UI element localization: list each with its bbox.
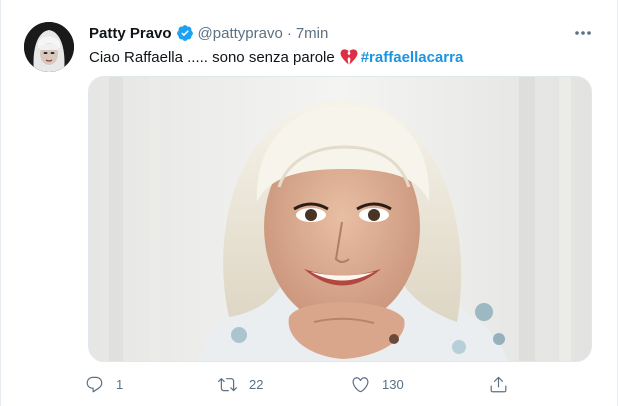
avatar-image (24, 22, 74, 72)
tweet-body: Ciao Raffaella ..... sono senza parole (89, 48, 335, 66)
avatar[interactable] (24, 22, 74, 72)
more-options-icon[interactable] (571, 24, 595, 42)
share-icon (490, 376, 507, 392)
tweet-text: Ciao Raffaella ..... sono senza parole #… (89, 46, 463, 68)
photo-portrait (89, 77, 591, 361)
retweet-icon (218, 377, 237, 391)
retweet-count: 22 (249, 376, 264, 392)
timestamp[interactable]: 7min (296, 25, 329, 42)
tweet-header: Patty Pravo @pattypravo · 7min (89, 22, 328, 44)
verified-badge-icon (176, 24, 194, 42)
user-handle[interactable]: @pattypravo (198, 25, 283, 42)
tweet-media-photo[interactable] (88, 76, 592, 362)
tweet-actions: 1 22 130 (85, 372, 525, 396)
like-count: 130 (382, 376, 404, 392)
broken-heart-icon (340, 48, 358, 66)
like-icon (352, 376, 369, 392)
separator-dot: · (286, 24, 292, 42)
like-button[interactable]: 130 (351, 372, 404, 396)
retweet-button[interactable]: 22 (218, 372, 263, 396)
reply-button[interactable]: 1 (85, 372, 123, 396)
display-name[interactable]: Patty Pravo (89, 25, 172, 42)
hashtag-link[interactable]: #raffaellacarra (361, 49, 464, 66)
reply-icon (86, 376, 103, 392)
share-button[interactable] (489, 372, 508, 396)
reply-count: 1 (116, 376, 124, 392)
tweet-card[interactable]: Patty Pravo @pattypravo · 7min Ciao Raff… (0, 0, 618, 406)
